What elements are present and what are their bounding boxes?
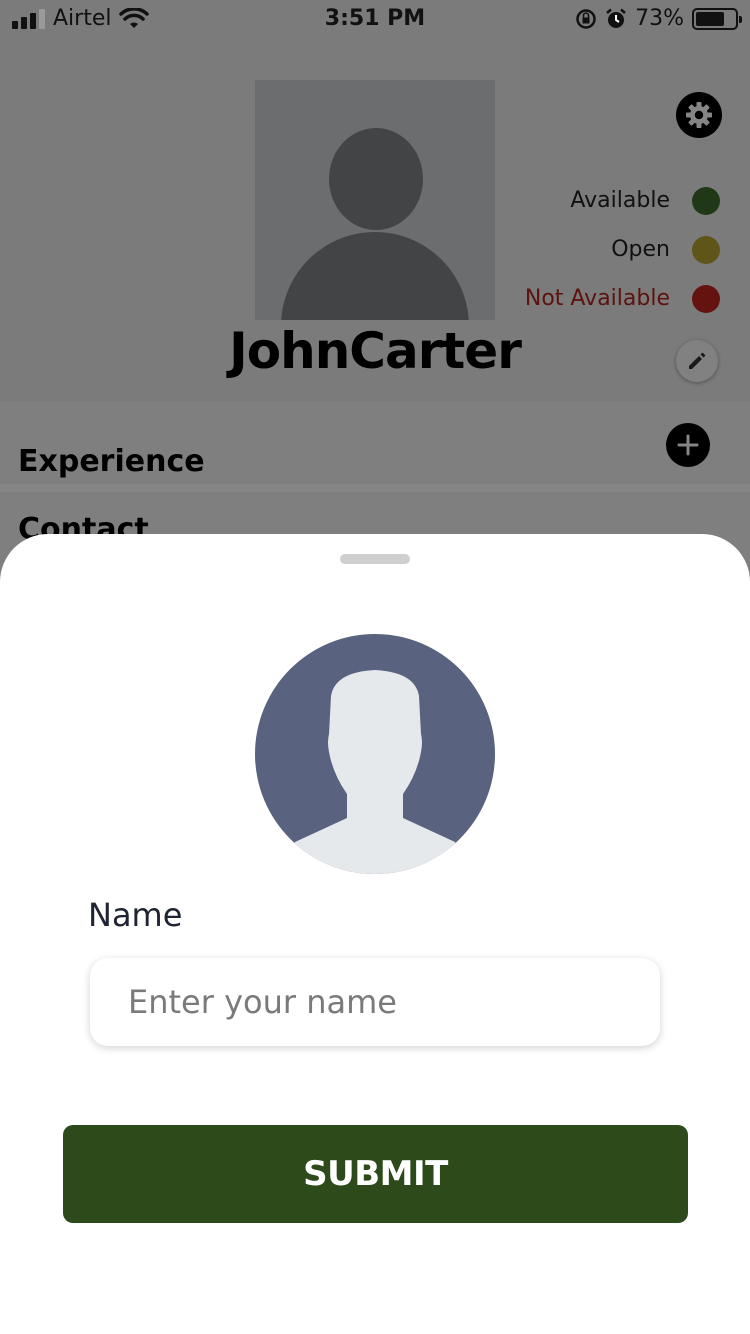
status-right: 73% (575, 6, 742, 31)
avatar-picker[interactable] (255, 634, 495, 874)
submit-button[interactable]: SUBMIT (63, 1125, 688, 1223)
user-silhouette-icon (275, 670, 475, 874)
sheet-drag-handle[interactable] (340, 554, 410, 564)
rotation-lock-icon (576, 8, 596, 29)
alarm-icon (606, 8, 626, 28)
bottom-sheet: Name SUBMIT (0, 534, 750, 1334)
battery-icon (692, 7, 742, 30)
battery-percent: 73% (635, 6, 684, 31)
status-bar: Airtel 3:51 PM 73% (0, 0, 750, 40)
name-label: Name (88, 896, 183, 934)
name-input[interactable] (90, 958, 660, 1046)
